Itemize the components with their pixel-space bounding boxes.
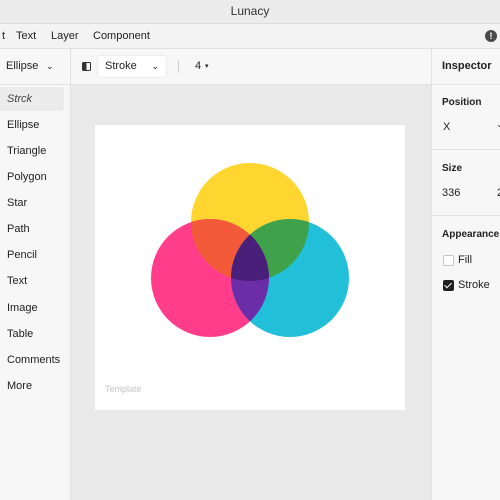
- sidebar-item-pencil[interactable]: Pencil: [0, 243, 64, 267]
- position-x-label: X: [443, 121, 451, 133]
- sidebar-item-polygon[interactable]: Polygon: [0, 165, 64, 189]
- caret-down-icon[interactable]: ▾: [205, 49, 209, 84]
- fill-checkbox[interactable]: [443, 255, 454, 266]
- style-toggle-icon[interactable]: [82, 62, 91, 71]
- inspector-divider: [432, 84, 500, 85]
- stroke-label: Stroke: [458, 279, 490, 291]
- inspector-title: Inspector: [442, 60, 492, 72]
- chevron-down-icon[interactable]: ⌄: [46, 49, 54, 84]
- sidebar-item-image[interactable]: Image: [0, 296, 64, 320]
- style-dropdown[interactable]: Stroke ⌄: [97, 55, 167, 78]
- position-heading: Position: [442, 97, 482, 108]
- size-heading: Size: [442, 163, 463, 174]
- sidebar-item-path[interactable]: Path: [0, 217, 64, 241]
- menu-item-partial[interactable]: t: [2, 24, 5, 48]
- menu-item-component[interactable]: Component: [93, 24, 150, 48]
- inspector-panel: Inspector Position X ⌄ Size 336 2 Appear…: [431, 49, 500, 500]
- menu-item-text[interactable]: Text: [16, 24, 36, 48]
- help-icon[interactable]: !: [485, 30, 497, 42]
- inspector-divider: [432, 215, 500, 216]
- menu-item-layer[interactable]: Layer: [51, 24, 79, 48]
- inspector-divider: [432, 149, 500, 150]
- toolbar-divider: [178, 60, 179, 73]
- sidebar-item-stroke[interactable]: Strck: [0, 87, 64, 111]
- stroke-checkbox[interactable]: [443, 280, 454, 291]
- tools-sidebar: Strck Ellipse Triangle Polygon Star Path…: [0, 85, 71, 500]
- style-dropdown-label: Stroke: [105, 60, 137, 72]
- artboard[interactable]: Template: [95, 125, 405, 410]
- sidebar-item-more[interactable]: More: [0, 374, 64, 398]
- window-title-bar: Lunacy: [0, 0, 500, 24]
- size-width-value[interactable]: 336: [442, 187, 460, 199]
- menu-bar: t Text Layer Component !: [0, 24, 500, 49]
- sidebar-item-comments[interactable]: Comments: [0, 348, 64, 372]
- artboard-label: Template: [105, 384, 142, 394]
- sidebar-item-text[interactable]: Text: [0, 269, 64, 293]
- toolbar: Ellipse ⌄ Stroke ⌄ 4 ▾: [0, 49, 431, 85]
- appearance-heading: Appearance: [442, 229, 500, 240]
- window-title: Lunacy: [230, 4, 270, 18]
- fill-label: Fill: [458, 254, 473, 266]
- venn-diagram[interactable]: [95, 125, 405, 410]
- toolbar-divider: [70, 49, 71, 84]
- sidebar-item-table[interactable]: Table: [0, 322, 64, 346]
- sidebar-item-star[interactable]: Star: [0, 191, 64, 215]
- sidebar-item-ellipse[interactable]: Ellipse: [0, 113, 64, 137]
- sidebar-item-triangle[interactable]: Triangle: [0, 139, 64, 163]
- stroke-width-value[interactable]: 4: [195, 49, 201, 84]
- chevron-down-icon[interactable]: ⌄: [496, 119, 500, 130]
- chevron-down-icon: ⌄: [151, 61, 159, 71]
- shape-type-dropdown-label[interactable]: Ellipse: [6, 49, 38, 84]
